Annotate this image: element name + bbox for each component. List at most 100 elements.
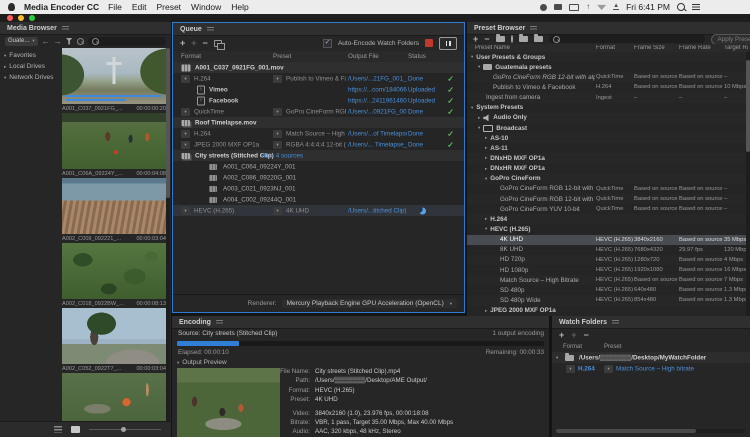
output-preset[interactable]: RGBA 4:4:4:4 12-bit (BC...	[286, 141, 346, 148]
preset-row[interactable]: ▸AS-11	[467, 143, 750, 153]
add-source-button[interactable]: +	[180, 38, 185, 48]
format-dropdown-icon[interactable]: ▾	[566, 365, 575, 373]
menu-item-window[interactable]: Window	[191, 2, 221, 12]
preset-row[interactable]: ▸H.264	[467, 214, 750, 224]
output-preset[interactable]: Match Source – High bitr...	[286, 130, 346, 137]
media-clip[interactable]: A002_C018_0922BW_...00:00:08:13	[62, 243, 166, 308]
app-menu-title[interactable]: Media Encoder CC	[24, 2, 99, 12]
preset-dropdown-icon[interactable]: ▾	[273, 130, 282, 138]
queue-row[interactable]: ▾H.264▾Publish to Vimeo & Face.../Users/…	[173, 73, 464, 84]
notification-center-icon[interactable]	[692, 4, 700, 10]
camera-icon[interactable]	[540, 4, 547, 11]
sync-icon[interactable]	[554, 4, 562, 10]
location-dropdown[interactable]: Guate... ▾	[5, 37, 38, 46]
output-file-link[interactable]: /Users/...of Timelapse.mp4	[348, 130, 407, 137]
chevron-down-icon[interactable]: ▾	[485, 176, 487, 182]
slider-knob[interactable]	[121, 427, 126, 432]
edit-watch-folder-button[interactable]: +	[571, 330, 576, 340]
chevron-right-icon[interactable]: ▸	[485, 216, 487, 222]
wifi-icon[interactable]	[597, 4, 606, 10]
preset-row[interactable]: GoPro CineForm RGB 12-bit with alpha...Q…	[467, 194, 750, 204]
watch-folder-row[interactable]: ▾ /Users/▒▒▒▒▒▒▒/Desktop/MyWatchFolder	[552, 352, 750, 363]
panel-menu-icon[interactable]	[530, 26, 537, 31]
watch-folder-format[interactable]: H.264	[578, 365, 595, 372]
preset-dropdown-icon[interactable]: ▾	[273, 141, 282, 149]
remove-watch-folder-button[interactable]: −	[584, 330, 589, 340]
queue-row[interactable]: ↑Vimeohttps://...com/184066142Uploaded✓	[173, 84, 464, 95]
queue-row[interactable]: Roof Timelapse.mov	[173, 117, 464, 128]
preset-row[interactable]: ▸DNxHR MXF OP1a	[467, 164, 750, 174]
media-clip[interactable]: A001_C037_0921FG_...00:00:00:20	[62, 48, 166, 113]
scrollbar-thumb[interactable]	[166, 48, 170, 198]
preset-row[interactable]: ▾Broadcast	[467, 123, 750, 133]
queue-row[interactable]: A001_C037_0921FG_001.mov	[173, 62, 464, 73]
media-search-input[interactable]	[88, 37, 166, 46]
chevron-down-icon[interactable]: ▾	[556, 355, 558, 361]
import-preset-button[interactable]	[519, 36, 528, 42]
minimize-window-button[interactable]	[18, 15, 24, 21]
preset-row[interactable]: ▾Guatemala presets	[467, 62, 750, 72]
format-dropdown-icon[interactable]: ▾	[181, 207, 190, 215]
export-preset-button[interactable]	[534, 36, 543, 42]
queue-row[interactable]: ▾H.264▾Match Source – High bitr.../Users…	[173, 128, 464, 139]
preset-row[interactable]: ▾GoPro CineForm	[467, 174, 750, 184]
preset-row[interactable]: ▸AS-10	[467, 133, 750, 143]
preset-row[interactable]: ▸DNxHD MXF OP1a	[467, 153, 750, 163]
chevron-down-icon[interactable]: ▾	[471, 105, 473, 111]
preset-row[interactable]: Publish to Vimeo & FacebookH.264Based on…	[467, 82, 750, 92]
chevron-right-icon[interactable]: ▸	[485, 308, 487, 314]
output-link[interactable]: https://...24119614602283	[348, 97, 407, 104]
preset-row[interactable]: 4K UHDHEVC (H.265)3840x2160Based on sour…	[467, 235, 750, 245]
preset-row[interactable]: ▾HEVC (H.265)	[467, 224, 750, 234]
queue-row[interactable]: ↑Facebookhttps://...24119614602283Upload…	[173, 95, 464, 106]
preset-row[interactable]: ▸Audio Only	[467, 113, 750, 123]
add-preset-button[interactable]: +	[473, 34, 478, 44]
output-format[interactable]: QuickTime	[194, 108, 270, 115]
output-file-link[interactable]: /Users/...0921FG_001.mov	[348, 108, 407, 115]
preset-row[interactable]: 8K UHDHEVC (H.265)7680x432029.97 fps120 …	[467, 245, 750, 255]
chevron-right-icon[interactable]: ▸	[485, 145, 487, 151]
preset-row[interactable]: ▸JPEG 2000 MXF OP1a	[467, 306, 750, 316]
queue-row[interactable]: ▾HEVC (H.265)▾4K UHD/Users/...titched Cl…	[173, 205, 464, 216]
hide-sources-link[interactable]: Hide 4 sources	[261, 152, 303, 159]
menu-item-help[interactable]: Help	[231, 2, 248, 12]
output-file-link[interactable]: /Users/... Timelapse_1.mxf	[348, 141, 407, 148]
tree-item-local-drives[interactable]: ▸Local Drives	[4, 61, 60, 72]
preset-row[interactable]: SD 480pHEVC (H.265)640x480Based on sourc…	[467, 285, 750, 295]
output-link[interactable]: https://...com/184066142	[348, 86, 407, 93]
format-dropdown-icon[interactable]: ▾	[181, 141, 190, 149]
display-icon[interactable]	[569, 4, 579, 11]
output-file-link[interactable]: /Users/...titched Clip).mp4	[348, 207, 407, 214]
thumbnail-view-icon[interactable]	[71, 426, 80, 433]
format-dropdown-icon[interactable]: ▾	[181, 75, 190, 83]
add-watch-folder-button[interactable]: +	[559, 330, 564, 340]
close-window-button[interactable]	[7, 15, 13, 21]
chevron-right-icon[interactable]: ▸	[485, 135, 487, 141]
output-preset[interactable]: GoPro CineForm RGB 12...	[286, 108, 346, 115]
watch-folder-preset[interactable]: Match Source – High bitrate	[616, 365, 694, 372]
preset-row[interactable]: HD 1080pHEVC (H.265)1920x1080Based on so…	[467, 265, 750, 275]
panel-menu-icon[interactable]	[612, 320, 619, 325]
panel-menu-icon[interactable]	[62, 26, 69, 31]
menu-item-edit[interactable]: Edit	[132, 2, 147, 12]
pause-queue-button[interactable]	[439, 37, 457, 50]
forward-button[interactable]: →	[54, 37, 62, 46]
queue-row[interactable]: ▾JPEG 2000 MXF OP1a▾RGBA 4:4:4:4 12-bit …	[173, 139, 464, 150]
upload-icon[interactable]: ↑	[586, 3, 590, 11]
preset-dropdown-icon[interactable]: ▾	[273, 207, 282, 215]
preset-row[interactable]: Ingest from cameraIngest–––	[467, 93, 750, 103]
tree-item-favorites[interactable]: ▾Favorites	[4, 50, 60, 61]
preset-row[interactable]: GoPro CineForm RGB 12-bit with alpha (Al…	[467, 72, 750, 82]
media-clip[interactable]: A001_C06A_09224Y_...00:00:04:08	[62, 113, 166, 178]
duplicate-button[interactable]	[214, 40, 222, 47]
remove-preset-button[interactable]: −	[484, 34, 489, 44]
preset-row[interactable]: ▾System Presets	[467, 103, 750, 113]
media-clip[interactable]: A002_C009_092221_...00:00:03:04	[62, 178, 166, 243]
auto-encode-checkbox[interactable]: ✓	[323, 39, 332, 48]
output-preview-toggle[interactable]: ▾ Output Preview	[177, 359, 227, 366]
chevron-down-icon[interactable]: ▾	[485, 226, 487, 232]
zoom-search-icon[interactable]	[77, 38, 84, 45]
menubar-clock[interactable]: Fri 6:41 PM	[626, 2, 670, 12]
remove-button[interactable]: −	[203, 38, 208, 48]
panel-menu-icon[interactable]	[207, 27, 214, 32]
